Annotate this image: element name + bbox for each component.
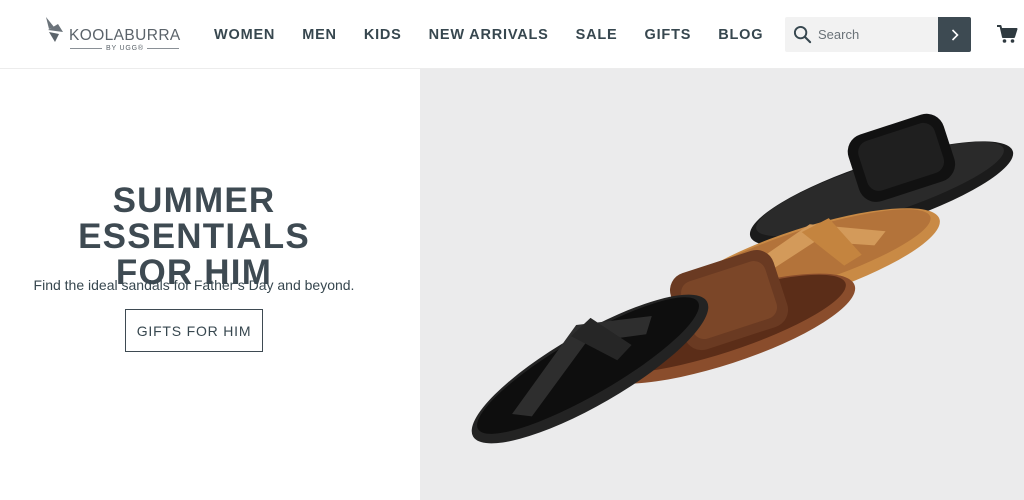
chevron-right-icon — [951, 28, 959, 41]
site-header: KOOLABURRA BY UGG® WOMEN MEN KIDS NEW AR… — [0, 0, 1024, 69]
nav-men[interactable]: MEN — [302, 27, 337, 43]
main-nav: WOMEN MEN KIDS NEW ARRIVALS SALE GIFTS B… — [214, 0, 790, 69]
search-submit-button[interactable] — [938, 17, 971, 52]
nav-women[interactable]: WOMEN — [214, 27, 275, 43]
hero-text-panel: SUMMER ESSENTIALS FOR HIM Find the ideal… — [0, 69, 420, 500]
nav-sale[interactable]: SALE — [576, 27, 618, 43]
search-icon — [793, 25, 812, 44]
hero-subtitle: Find the ideal sandals for Father’s Day … — [33, 277, 355, 293]
search-bar — [785, 17, 971, 52]
brand-logo[interactable]: KOOLABURRA BY UGG® — [44, 15, 184, 55]
nav-new-arrivals[interactable]: NEW ARRIVALS — [429, 27, 549, 43]
hero-image-panel[interactable] — [420, 69, 1024, 500]
brand-name: KOOLABURRA — [69, 27, 181, 44]
cart-icon[interactable] — [996, 24, 1018, 44]
leaf-logo-icon — [46, 17, 63, 42]
nav-blog[interactable]: BLOG — [718, 27, 763, 43]
search-input[interactable] — [818, 17, 938, 52]
hero-title-line1: SUMMER ESSENTIALS — [78, 181, 310, 256]
brand-sub: BY UGG® — [106, 45, 144, 52]
sandals-image — [471, 113, 1014, 444]
nav-kids[interactable]: KIDS — [364, 27, 402, 43]
gifts-for-him-button[interactable]: GIFTS FOR HIM — [125, 309, 263, 352]
logo-divider-left — [70, 48, 102, 49]
nav-gifts[interactable]: GIFTS — [645, 27, 692, 43]
logo-divider-right — [147, 48, 179, 49]
hero-title: SUMMER ESSENTIALS FOR HIM — [0, 183, 388, 291]
